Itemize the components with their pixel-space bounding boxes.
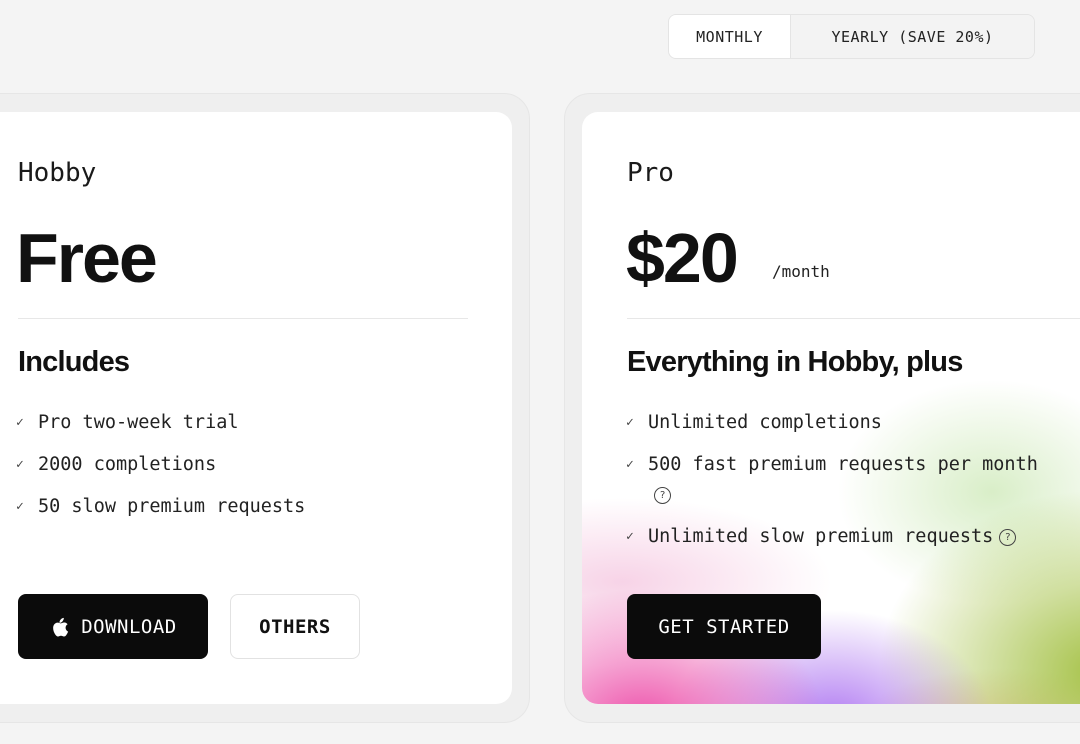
feature-text: 2000 completions — [38, 454, 217, 475]
toggle-yearly[interactable]: YEARLY (SAVE 20%) — [791, 15, 1034, 58]
pro-feature-list: ✓ Unlimited completions ✓ 500 fast premi… — [626, 408, 1066, 568]
hobby-plan-price: Free — [16, 219, 158, 297]
toggle-monthly[interactable]: MONTHLY — [669, 15, 791, 58]
help-icon[interactable]: ? — [654, 486, 671, 504]
hobby-plan-card: Hobby Free Includes ✓ Pro two-week trial… — [0, 112, 512, 704]
get-started-button[interactable]: GET STARTED — [627, 594, 821, 659]
list-item: ✓ 2000 completions — [16, 450, 476, 480]
pro-plan-price: $20 — [626, 219, 739, 297]
download-button-label: DOWNLOAD — [81, 615, 177, 638]
check-icon: ✓ — [16, 457, 24, 472]
check-icon: ✓ — [626, 415, 634, 430]
feature-text: 50 slow premium requests — [38, 496, 306, 517]
others-button-label: OTHERS — [259, 615, 331, 638]
list-item: ✓ 500 fast premium requests per month? — [626, 450, 1066, 510]
list-item: ✓ Unlimited completions — [626, 408, 1066, 438]
feature-text: Pro two-week trial — [38, 412, 239, 433]
check-icon: ✓ — [16, 499, 24, 514]
list-item: ✓ Pro two-week trial — [16, 408, 476, 438]
help-icon[interactable]: ? — [999, 528, 1017, 546]
feature-text: 500 fast premium requests per month? — [648, 450, 1048, 510]
pro-includes-heading: Everything in Hobby, plus — [627, 346, 963, 378]
billing-period-toggle[interactable]: MONTHLY YEARLY (SAVE 20%) — [668, 14, 1035, 59]
check-icon: ✓ — [626, 457, 634, 472]
pro-plan-name: Pro — [627, 158, 674, 188]
pricing-page: MONTHLY YEARLY (SAVE 20%) Hobby Free Inc… — [0, 0, 1080, 744]
hobby-feature-list: ✓ Pro two-week trial ✓ 2000 completions … — [16, 408, 476, 538]
feature-text: Unlimited slow premium requests? — [648, 522, 1017, 552]
hobby-includes-heading: Includes — [18, 346, 130, 378]
list-item: ✓ 50 slow premium requests — [16, 492, 476, 522]
pro-price-period: /month — [772, 262, 830, 281]
pro-plan-card: Pro $20 /month Everything in Hobby, plus… — [582, 112, 1080, 704]
get-started-button-label: GET STARTED — [658, 615, 790, 638]
hobby-plan-name: Hobby — [18, 158, 97, 188]
list-item: ✓ Unlimited slow premium requests? — [626, 522, 1066, 552]
download-button[interactable]: DOWNLOAD — [18, 594, 208, 659]
others-button[interactable]: OTHERS — [230, 594, 360, 659]
feature-text-content: Unlimited slow premium requests — [648, 526, 994, 547]
feature-text: Unlimited completions — [648, 412, 882, 433]
apple-icon — [53, 617, 69, 637]
check-icon: ✓ — [626, 529, 634, 544]
feature-text-content: 500 fast premium requests per month — [648, 454, 1038, 475]
check-icon: ✓ — [16, 415, 24, 430]
hobby-divider — [18, 318, 468, 319]
pro-divider — [627, 318, 1080, 319]
